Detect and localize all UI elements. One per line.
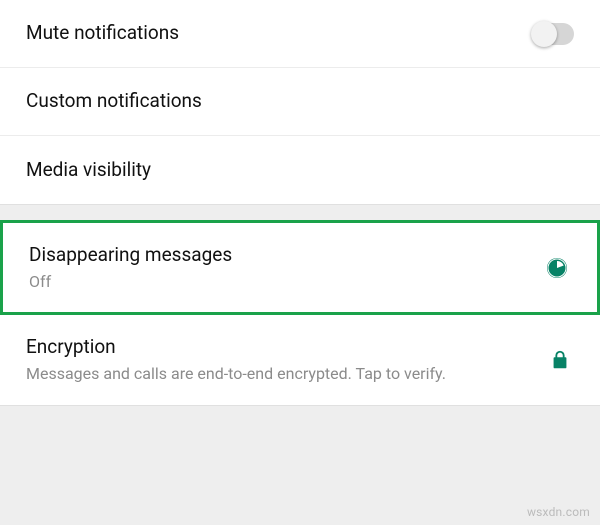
- encryption-row[interactable]: Encryption Messages and calls are end-to…: [0, 315, 600, 404]
- watermark: wsxdn.com: [527, 505, 590, 519]
- mute-title: Mute notifications: [26, 21, 520, 46]
- row-text: Encryption Messages and calls are end-to…: [26, 335, 546, 384]
- encryption-title: Encryption: [26, 335, 532, 360]
- toggle-knob: [531, 21, 557, 47]
- row-text: Disappearing messages Off: [29, 243, 543, 292]
- custom-title: Custom notifications: [26, 89, 560, 114]
- disappearing-title: Disappearing messages: [29, 243, 529, 268]
- custom-notifications-row[interactable]: Custom notifications: [0, 68, 600, 136]
- media-title: Media visibility: [26, 158, 560, 183]
- timer-icon: [543, 256, 571, 280]
- mute-notifications-row[interactable]: Mute notifications: [0, 0, 600, 68]
- disappearing-messages-row[interactable]: Disappearing messages Off: [3, 223, 597, 312]
- disappearing-highlight: Disappearing messages Off: [0, 220, 600, 315]
- media-visibility-row[interactable]: Media visibility: [0, 136, 600, 204]
- notifications-section: Mute notifications Custom notifications …: [0, 0, 600, 204]
- mute-toggle[interactable]: [534, 23, 574, 45]
- row-text: Custom notifications: [26, 89, 574, 114]
- lock-icon: [546, 349, 574, 371]
- section-gap-bottom: [0, 405, 600, 423]
- disappearing-subtitle: Off: [29, 271, 529, 293]
- privacy-section: Disappearing messages Off Encryption Mes…: [0, 220, 600, 405]
- row-text: Mute notifications: [26, 21, 534, 46]
- encryption-subtitle: Messages and calls are end-to-end encryp…: [26, 363, 532, 385]
- row-text: Media visibility: [26, 158, 574, 183]
